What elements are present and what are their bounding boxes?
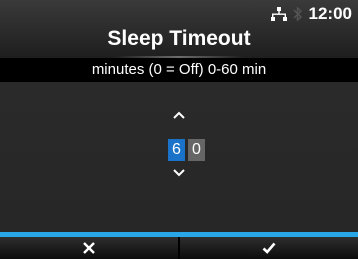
clock: 12:00 bbox=[308, 4, 352, 23]
digit-tens[interactable]: 6 bbox=[168, 139, 185, 161]
cancel-button[interactable] bbox=[0, 237, 178, 259]
close-icon bbox=[83, 242, 95, 254]
page-title: Sleep Timeout bbox=[107, 27, 251, 50]
range-hint: minutes (0 = Off) 0-60 min bbox=[0, 58, 358, 82]
status-bar: 12:00 bbox=[270, 4, 352, 24]
bluetooth-icon bbox=[293, 6, 302, 22]
header: 12:00 Sleep Timeout bbox=[0, 0, 358, 58]
check-icon bbox=[262, 242, 276, 254]
button-bar bbox=[0, 237, 358, 259]
network-icon bbox=[270, 7, 287, 21]
confirm-button[interactable] bbox=[178, 237, 358, 259]
value-spinner[interactable]: 6 0 bbox=[163, 110, 213, 180]
chevron-down-icon[interactable] bbox=[172, 168, 186, 178]
chevron-up-icon[interactable] bbox=[172, 110, 186, 120]
digit-ones[interactable]: 0 bbox=[188, 139, 205, 161]
screen: 12:00 Sleep Timeout minutes (0 = Off) 0-… bbox=[0, 0, 358, 259]
